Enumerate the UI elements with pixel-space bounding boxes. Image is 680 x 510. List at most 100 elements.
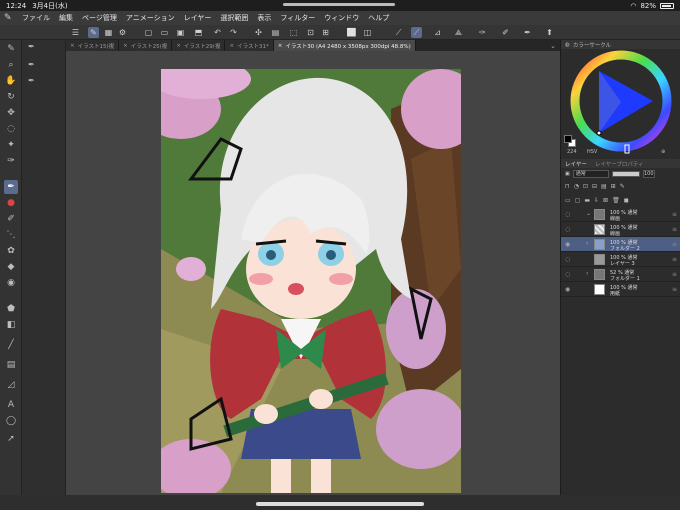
chevron-right-icon[interactable]: › bbox=[586, 270, 588, 277]
reference-icon[interactable]: ◔ bbox=[574, 183, 579, 190]
main-color-chip[interactable] bbox=[564, 135, 576, 147]
rotate-tool-icon[interactable]: ↻ bbox=[4, 90, 18, 104]
chevron-right-icon[interactable]: › bbox=[586, 240, 588, 247]
snap-grid-icon[interactable]: ⊿ bbox=[432, 27, 443, 38]
color-settings-icon[interactable]: ⊕ bbox=[661, 149, 665, 155]
transform-icon[interactable]: ⬚ bbox=[288, 27, 299, 38]
snap-special-icon[interactable]: ⟁ bbox=[453, 27, 464, 38]
layer-row[interactable]: ◌ 100 % 通常 線画 ≡ bbox=[561, 222, 680, 237]
mask-icon[interactable]: ▤ bbox=[601, 183, 607, 190]
chevron-down-icon[interactable]: ⌄ bbox=[586, 210, 591, 217]
export-icon[interactable]: ⬒ bbox=[193, 27, 204, 38]
layer-row[interactable]: ◌ 100 % 通常 レイヤー 3 ≡ bbox=[561, 252, 680, 267]
ruler-icon[interactable]: ⟋ bbox=[393, 27, 404, 38]
layer-row[interactable]: ◌ › 52 % 通常 フォルダー 1 ≡ bbox=[561, 267, 680, 282]
menu-selection[interactable]: 選択範囲 bbox=[220, 13, 248, 23]
merge-down-icon[interactable]: ⇩ bbox=[594, 197, 599, 204]
copy-layer-icon[interactable]: ⊠ bbox=[603, 197, 608, 204]
clear-icon[interactable]: ✣ bbox=[253, 27, 264, 38]
new-vector-icon[interactable]: ▢ bbox=[575, 197, 581, 204]
menu-page[interactable]: ページ管理 bbox=[82, 13, 117, 23]
tab-illust31[interactable]: × イラスト31* bbox=[225, 40, 274, 51]
close-icon[interactable]: × bbox=[123, 43, 128, 49]
move-tool-icon[interactable]: ✥ bbox=[4, 106, 18, 120]
snap-ruler-icon[interactable]: ⟋ bbox=[411, 27, 422, 38]
close-icon[interactable]: × bbox=[70, 43, 75, 49]
decoration-tool-icon[interactable]: ✿ bbox=[4, 244, 18, 258]
share-icon[interactable]: ⬆ bbox=[544, 27, 555, 38]
delete-layer-icon[interactable]: 🗑 bbox=[612, 197, 620, 204]
tab-illust30[interactable]: × イラスト30 (A4 2480 x 3508px 300dpi 48.8%) bbox=[273, 40, 416, 51]
gradient-tool-icon[interactable]: ◧ bbox=[4, 318, 18, 332]
ruler-tool-icon[interactable]: ◿ bbox=[4, 378, 18, 392]
canvas-area[interactable] bbox=[66, 51, 560, 495]
tab-layer-property[interactable]: レイヤープロパティ bbox=[591, 160, 648, 168]
eye-icon[interactable]: ◌ bbox=[565, 256, 570, 263]
pen-mode-icon[interactable]: ✎ bbox=[88, 27, 99, 38]
tab-layer[interactable]: レイヤー bbox=[561, 160, 591, 168]
artwork-canvas[interactable] bbox=[161, 69, 461, 493]
new-raster-icon[interactable]: ▭ bbox=[565, 197, 571, 204]
color-wheel-graphic[interactable] bbox=[561, 49, 680, 159]
eyedropper-icon[interactable]: ✑ bbox=[477, 27, 488, 38]
home-indicator[interactable] bbox=[256, 502, 424, 506]
layer-row[interactable]: ◉ 100 % 通常 用紙 ≡ bbox=[561, 282, 680, 297]
grip-icon[interactable]: ≡ bbox=[672, 271, 677, 278]
fill-tool-icon[interactable]: ⬟ bbox=[4, 302, 18, 316]
menu-icon[interactable]: ☰ bbox=[70, 27, 81, 38]
frame-tool-icon[interactable]: ▤ bbox=[4, 358, 18, 372]
app-logo-icon[interactable]: ✎ bbox=[4, 13, 16, 23]
opacity-slider[interactable] bbox=[611, 170, 640, 177]
menu-help[interactable]: ヘルプ bbox=[368, 13, 389, 23]
zoom-tool-icon[interactable]: ⌕ bbox=[4, 58, 18, 72]
grip-icon[interactable]: ≡ bbox=[672, 286, 677, 293]
brush-icon[interactable]: ✐ bbox=[500, 27, 511, 38]
deselect-icon[interactable]: ⊡ bbox=[305, 27, 316, 38]
sub-tool-marker-icon[interactable]: ✒ bbox=[28, 76, 42, 88]
close-icon[interactable]: × bbox=[176, 43, 181, 49]
opacity-value[interactable]: 100 bbox=[642, 169, 655, 178]
hand-tool-icon[interactable]: ✋ bbox=[4, 74, 18, 88]
draft-icon[interactable]: ✎ bbox=[620, 183, 625, 190]
brush-tool-icon[interactable]: ✐ bbox=[4, 212, 18, 226]
grip-icon[interactable]: ≡ bbox=[672, 241, 677, 248]
save-icon[interactable]: ▣ bbox=[175, 27, 186, 38]
eye-icon[interactable]: ◉ bbox=[565, 286, 570, 293]
grip-icon[interactable]: ≡ bbox=[672, 211, 677, 218]
pen-active-tool-icon[interactable]: ✒ bbox=[4, 180, 18, 194]
fill-icon[interactable]: ▤ bbox=[270, 27, 281, 38]
balloon-tool-icon[interactable]: ◯ bbox=[4, 414, 18, 428]
close-icon[interactable]: × bbox=[229, 43, 234, 49]
magic-wand-icon[interactable]: ✦ bbox=[4, 138, 18, 152]
eye-icon[interactable]: ◌ bbox=[565, 226, 570, 233]
menu-file[interactable]: ファイル bbox=[22, 13, 50, 23]
text-tool-icon[interactable]: A bbox=[4, 398, 18, 412]
menu-edit[interactable]: 編集 bbox=[59, 13, 73, 23]
grip-icon[interactable]: ≡ bbox=[672, 256, 677, 263]
invert-select-icon[interactable]: ◫ bbox=[362, 27, 373, 38]
blend-tool-icon[interactable]: ◉ bbox=[4, 276, 18, 290]
ruler-layer-icon[interactable]: ⊞ bbox=[611, 183, 616, 190]
settings-icon[interactable]: ⚙ bbox=[117, 27, 128, 38]
pen-icon[interactable]: ✒ bbox=[522, 27, 533, 38]
menu-window[interactable]: ウィンドウ bbox=[324, 13, 359, 23]
crop-icon[interactable]: ⊞ bbox=[320, 27, 331, 38]
select-icon[interactable]: ⬜ bbox=[346, 27, 357, 38]
new-file-icon[interactable]: ▢ bbox=[143, 27, 154, 38]
mask-add-icon[interactable]: ◼ bbox=[624, 197, 629, 204]
grip-icon[interactable]: ≡ bbox=[672, 226, 677, 233]
menu-animation[interactable]: アニメーション bbox=[126, 13, 175, 23]
eyedropper-tool-icon[interactable]: ✑ bbox=[4, 154, 18, 168]
menu-view[interactable]: 表示 bbox=[257, 13, 271, 23]
layer-type-icon[interactable]: ▣ bbox=[565, 171, 570, 177]
layer-row[interactable]: ◌ ⌄ 100 % 通常 線画 ≡ bbox=[561, 207, 680, 222]
lock-alpha-icon[interactable]: ⊟ bbox=[592, 183, 597, 190]
color-wheel[interactable]: 224 HSV ⊕ bbox=[561, 49, 680, 159]
tab-illust25[interactable]: × イラスト25(複 bbox=[119, 40, 173, 51]
pencil-tool-icon[interactable]: ● bbox=[4, 196, 18, 210]
new-folder-icon[interactable]: ▬ bbox=[584, 197, 590, 204]
eye-icon[interactable]: ◌ bbox=[565, 211, 570, 218]
tab-illust15[interactable]: × イラスト15(複 bbox=[66, 40, 120, 51]
eye-icon[interactable]: ◌ bbox=[565, 271, 570, 278]
correct-line-tool-icon[interactable]: ➚ bbox=[4, 432, 18, 446]
